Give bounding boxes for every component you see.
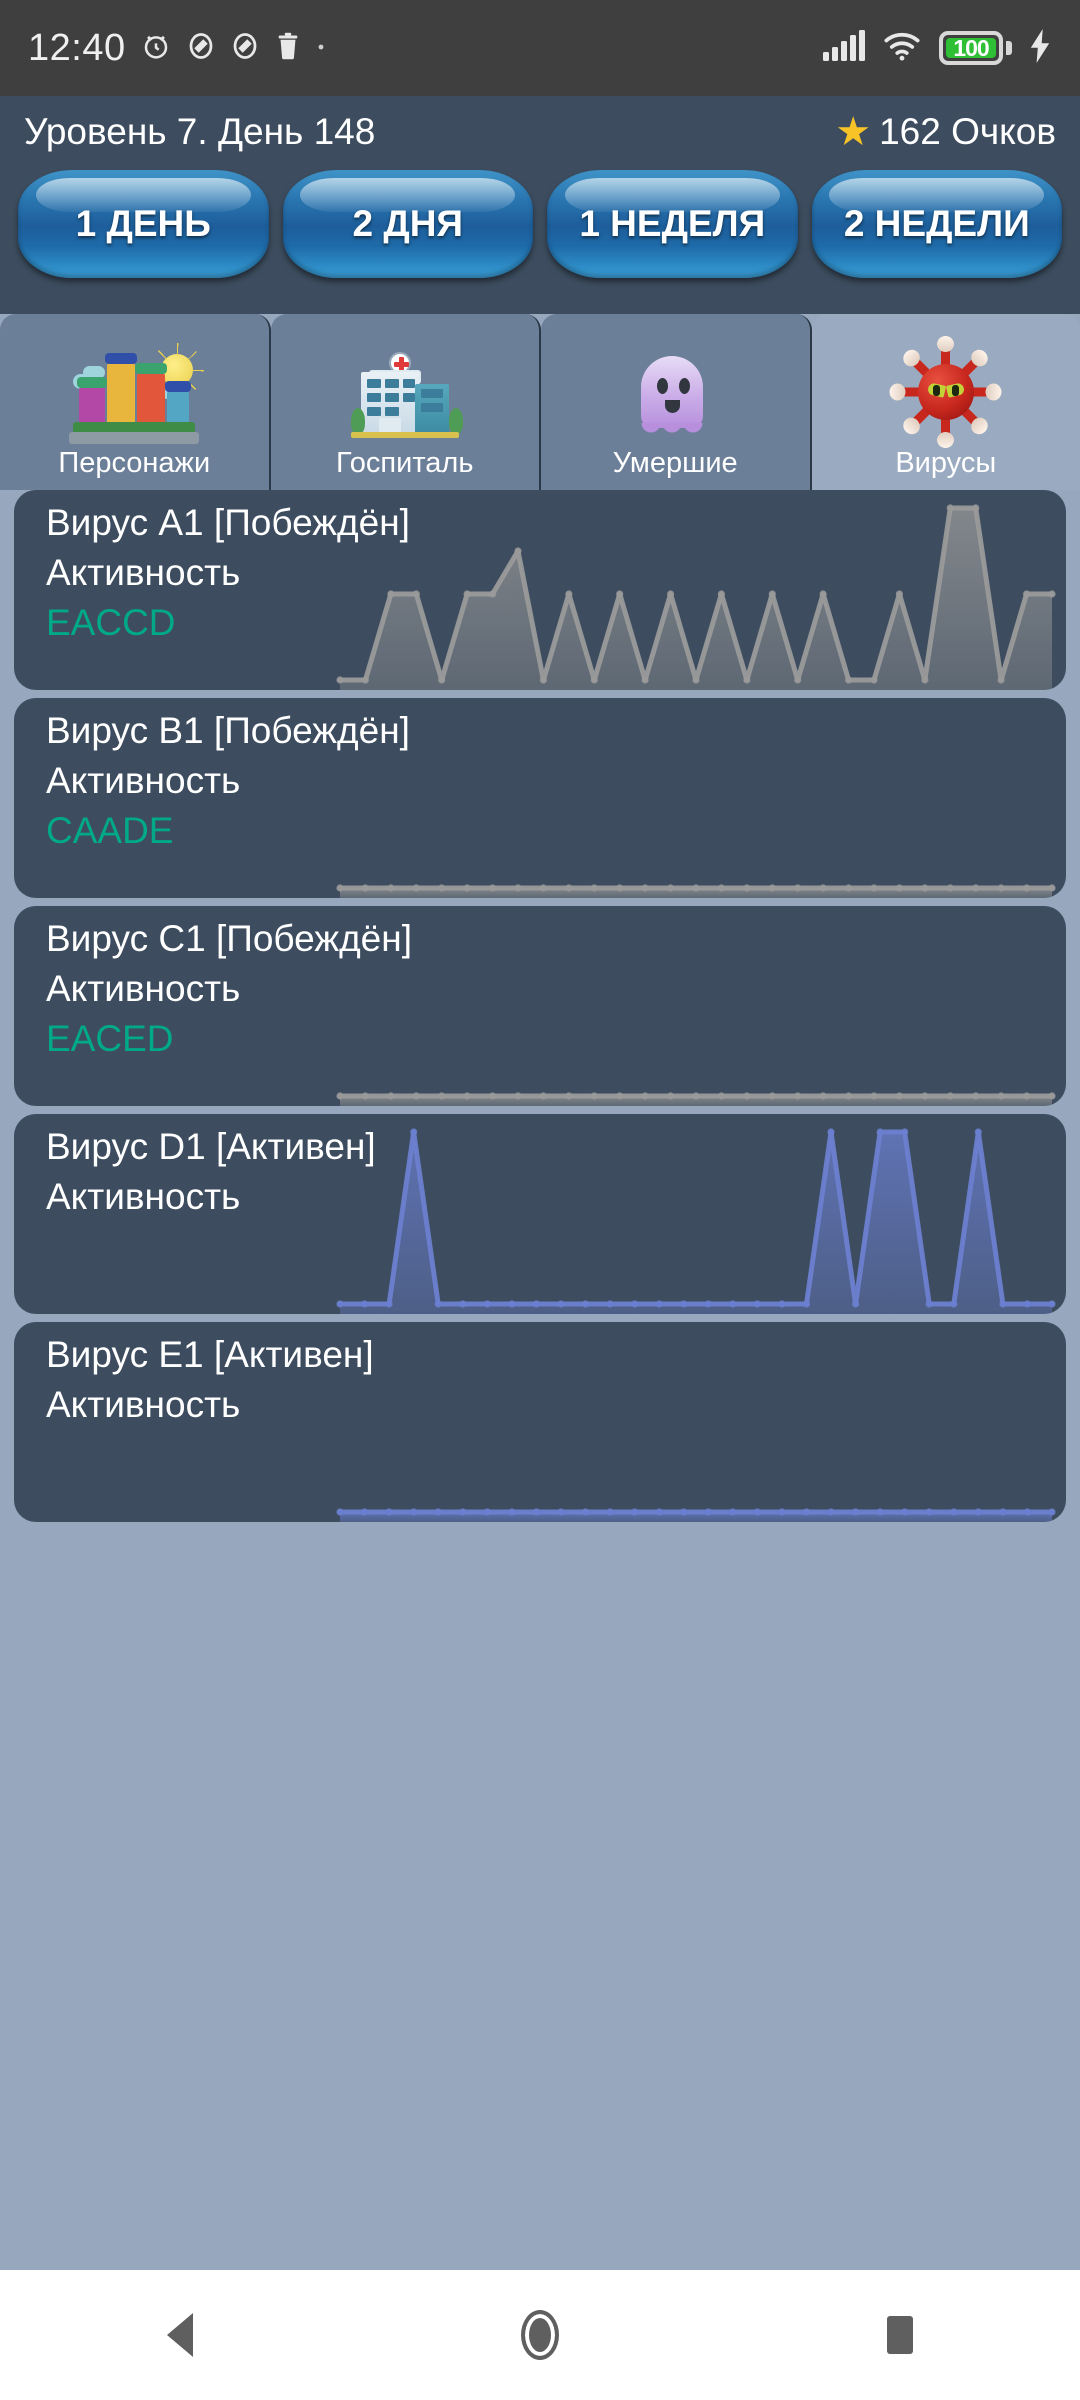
activity-chart: [326, 906, 1066, 1106]
battery-cap: [1006, 41, 1012, 55]
city-icon: [0, 349, 269, 447]
tab-deceased[interactable]: Умершие: [541, 314, 812, 490]
battery-indicator: 100: [939, 31, 1012, 65]
virus-icon: [812, 336, 1080, 447]
home-circle-icon: [521, 2310, 559, 2360]
back-triangle-icon: [167, 2313, 193, 2357]
do-not-disturb-icon: [230, 31, 260, 66]
virus-card[interactable]: Вирус B1 [Побеждён] Активность CAADE: [14, 698, 1066, 898]
activity-chart: [326, 1114, 1066, 1314]
alarm-icon: [140, 30, 172, 67]
wifi-icon: [881, 30, 923, 67]
speed-button-2-days[interactable]: 2 ДНЯ: [282, 170, 533, 278]
virus-card-code: EACCD: [46, 602, 176, 643]
status-bar: 12:40 100: [0, 0, 1080, 96]
activity-chart: [326, 698, 1066, 898]
ghost-icon: [541, 349, 810, 447]
speed-button-1-week-label: 1 НЕДЕЛЯ: [579, 203, 766, 244]
level-day-label: Уровень 7. День 148: [24, 111, 376, 152]
charging-bolt-icon: [1028, 28, 1052, 68]
game-header: Уровень 7. День 148 ★ 162 Очков 1 ДЕНЬ 2…: [0, 96, 1080, 314]
virus-card-title: Вирус D1 [Активен]: [46, 1126, 376, 1167]
virus-card[interactable]: Вирус E1 [Активен] Активность: [14, 1322, 1066, 1522]
tab-characters-label: Персонажи: [58, 447, 211, 479]
status-bar-left: 12:40: [28, 27, 326, 70]
speed-button-2-weeks-label: 2 НЕДЕЛИ: [843, 203, 1030, 244]
score-label: 162 Очков: [879, 111, 1056, 152]
speed-button-row: 1 ДЕНЬ 2 ДНЯ 1 НЕДЕЛЯ 2 НЕДЕЛИ: [0, 168, 1080, 278]
virus-card-title: Вирус C1 [Побеждён]: [46, 918, 412, 959]
virus-card-title: Вирус E1 [Активен]: [46, 1334, 374, 1375]
activity-chart: [326, 1322, 1066, 1522]
speed-button-2-days-label: 2 ДНЯ: [352, 203, 464, 244]
activity-chart: [326, 490, 1066, 690]
tab-hospital[interactable]: Госпиталь: [270, 314, 541, 490]
virus-card-subtitle: Активность: [46, 1176, 241, 1217]
hospital-icon: [271, 349, 540, 447]
dot-icon: [316, 39, 326, 57]
speed-button-1-day-label: 1 ДЕНЬ: [75, 203, 211, 244]
score-display: ★ 162 Очков: [835, 111, 1056, 153]
tab-characters[interactable]: Персонажи: [0, 314, 271, 490]
virus-card-subtitle: Активность: [46, 968, 241, 1009]
speed-button-1-week[interactable]: 1 НЕДЕЛЯ: [547, 170, 798, 278]
recents-square-icon: [887, 2316, 913, 2354]
tab-deceased-label: Умершие: [612, 447, 738, 479]
status-clock: 12:40: [28, 26, 126, 69]
speed-button-2-weeks[interactable]: 2 НЕДЕЛИ: [811, 170, 1062, 278]
nav-home-button[interactable]: [465, 2270, 615, 2400]
battery-icon: 100: [939, 31, 1003, 65]
tab-viruses[interactable]: Вирусы: [811, 314, 1080, 490]
virus-card[interactable]: Вирус D1 [Активен] Активность: [14, 1114, 1066, 1314]
virus-card-code: EACED: [46, 1018, 174, 1059]
nav-back-button[interactable]: [105, 2270, 255, 2400]
android-navigation-bar: [0, 2270, 1080, 2400]
virus-card-subtitle: Активность: [46, 760, 241, 801]
virus-card-title: Вирус B1 [Побеждён]: [46, 710, 410, 751]
header-info-row: Уровень 7. День 148 ★ 162 Очков: [0, 96, 1080, 168]
star-icon: ★: [835, 110, 872, 154]
virus-card-code: CAADE: [46, 810, 174, 851]
virus-card[interactable]: Вирус C1 [Побеждён] Активность EACED: [14, 906, 1066, 1106]
speed-button-1-day[interactable]: 1 ДЕНЬ: [18, 170, 269, 278]
signal-icon: [823, 29, 865, 67]
nav-recents-button[interactable]: [825, 2270, 975, 2400]
battery-percent-label: 100: [953, 34, 989, 61]
virus-card-title: Вирус A1 [Побеждён]: [46, 502, 410, 543]
trash-icon: [274, 31, 302, 66]
virus-card-subtitle: Активность: [46, 1384, 241, 1425]
tab-viruses-label: Вирусы: [895, 447, 997, 479]
virus-card-subtitle: Активность: [46, 552, 241, 593]
tab-bar: Персонажи Госпиталь Умершие Вирусы: [0, 314, 1080, 490]
virus-card-list: Вирус A1 [Побеждён] Активность EACCD Вир…: [0, 490, 1080, 1530]
do-not-disturb-icon: [186, 31, 216, 66]
status-bar-right: 100: [823, 28, 1052, 68]
virus-card[interactable]: Вирус A1 [Побеждён] Активность EACCD: [14, 490, 1066, 690]
tab-hospital-label: Госпиталь: [336, 447, 474, 479]
